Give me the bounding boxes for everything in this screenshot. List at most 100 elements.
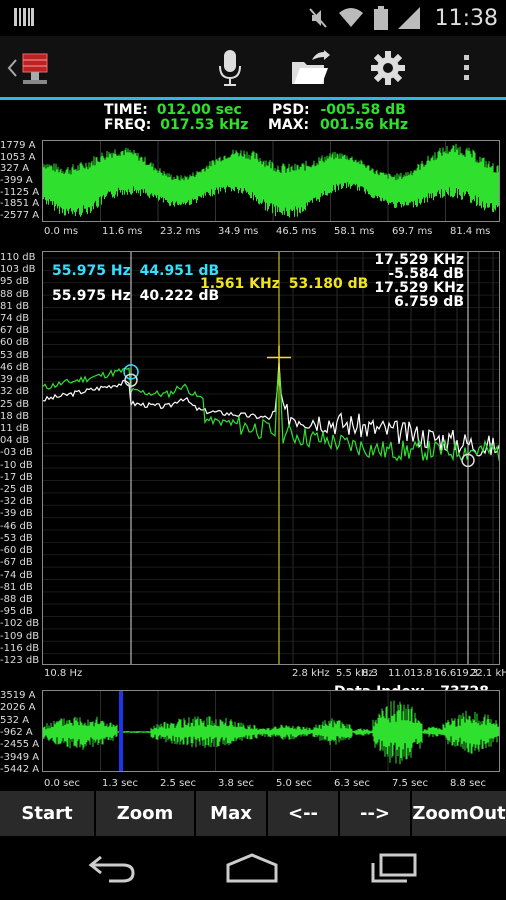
overflow-menu-button[interactable] <box>444 48 488 88</box>
zoom-out-button[interactable]: ZoomOut <box>412 791 506 836</box>
time-label: TIME: <box>104 102 148 118</box>
spectrum-y-tick: 18 dB <box>0 410 30 422</box>
spectrum-y-tick: -116 dB <box>0 642 40 654</box>
spectrum-y-tick: -25 dB <box>0 484 33 496</box>
waveform-x-tick: 0.0 ms <box>44 226 79 237</box>
right-readout-db-2: 6.759 dB <box>394 294 464 310</box>
timeline-x-tick: 7.5 sec <box>392 778 428 789</box>
barcode-icon <box>14 8 34 26</box>
spectrum-y-tick: -53 dB <box>0 532 33 544</box>
waveform-trace <box>43 141 499 221</box>
open-file-button[interactable] <box>288 48 332 88</box>
spectrum-y-tick: -10 dB <box>0 459 33 471</box>
timeline-trace <box>43 691 499 771</box>
timeline-y-tick: -2455 A <box>0 739 40 751</box>
measurement-info: TIME: 012.00 sec FREQ: 017.53 kHz PSD: -… <box>0 101 506 135</box>
gear-icon <box>371 51 405 85</box>
spectrum-y-tick: -81 dB <box>0 581 33 593</box>
recents-icon <box>371 853 417 883</box>
spectrum-x-tick: 11.0 <box>388 668 411 679</box>
psd-value: -005.58 dB <box>320 102 406 118</box>
spectrum-y-tick: -46 dB <box>0 520 33 532</box>
action-bar <box>0 36 506 100</box>
cursor-right-button[interactable]: --> <box>340 791 412 836</box>
freq-label: FREQ: <box>104 117 152 133</box>
control-buttons: Start Zoom Max <-- --> ZoomOut <box>0 791 506 836</box>
right-readout-freq-1: 17.529 KHz <box>374 252 464 268</box>
back-button[interactable] <box>82 850 142 886</box>
timeline-panel: Data Index: 73728 3519 A2026 A532 A-962 … <box>0 684 506 790</box>
timeline-x-tick: 3.8 sec <box>218 778 254 789</box>
spectrum-y-tick: 53 dB <box>0 349 30 361</box>
home-button[interactable] <box>222 850 282 886</box>
spectrum-y-tick: -60 dB <box>0 545 33 557</box>
waveform-y-tick: -399 A <box>0 175 33 186</box>
waveform-y-tick: 1053 A <box>0 151 36 163</box>
spectrum-y-tick: -67 dB <box>0 557 33 569</box>
spectrum-y-tick: 25 dB <box>0 398 30 410</box>
spectrum-y-tick: -102 dB <box>0 618 40 630</box>
spectrum-y-tick: 04 dB <box>0 435 30 447</box>
microphone-icon <box>219 50 241 86</box>
folder-export-icon <box>292 50 330 84</box>
spectrum-y-tick: 95 dB <box>0 276 30 288</box>
signal-icon <box>398 7 420 29</box>
spectrum-traces <box>43 252 499 664</box>
timeline-y-tick: 2026 A <box>0 702 36 714</box>
spectrum-y-tick: -39 dB <box>0 508 33 520</box>
timeline-plot[interactable] <box>42 690 500 772</box>
more-vert-icon <box>464 55 469 80</box>
time-value: 012.00 sec <box>156 102 242 118</box>
spectrum-y-tick: -03 dB <box>0 447 33 459</box>
waveform-y-tick: -1125 A <box>0 186 40 198</box>
timeline-x-tick: 0.0 sec <box>44 778 80 789</box>
action-bar-divider <box>0 97 506 100</box>
timeline-x-tick: 6.3 sec <box>334 778 370 789</box>
spectrum-y-tick: -95 dB <box>0 606 33 618</box>
app-home-button[interactable] <box>2 48 58 88</box>
peak-readout: 1.561 KHz 53.180 dB <box>200 276 368 292</box>
timeline-y-tick: -5442 A <box>0 764 40 775</box>
cursor-left-button[interactable]: <-- <box>268 791 340 836</box>
spectrum-y-tick: 81 dB <box>0 300 30 312</box>
timeline-x-tick: 8.8 sec <box>450 778 486 789</box>
spectrum-y-tick: 103 dB <box>0 264 36 276</box>
spectrum-y-tick: 60 dB <box>0 337 30 349</box>
settings-button[interactable] <box>366 48 410 88</box>
spectrum-y-tick: 11 dB <box>0 422 30 434</box>
waveform-x-tick: 23.2 ms <box>160 226 201 237</box>
waveform-plot[interactable] <box>42 140 500 222</box>
cursor-left-white-readout: 55.975 Hz 40.222 dB <box>52 288 219 304</box>
peak-freq: 1.561 KHz <box>200 276 280 292</box>
spectrum-y-tick: -17 dB <box>0 471 33 483</box>
spectrum-y-tick: 88 dB <box>0 288 30 300</box>
max-button[interactable]: Max <box>196 791 268 836</box>
spectrum-y-tick: -74 dB <box>0 569 33 581</box>
timeline-x-tick: 1.3 sec <box>102 778 138 789</box>
battery-icon <box>374 6 388 30</box>
waveform-x-tick: 11.6 ms <box>102 226 143 237</box>
psd-label: PSD: <box>272 102 310 118</box>
timeline-x-tick: 5.0 sec <box>276 778 312 789</box>
cursor-left-readout: 55.975 Hz 44.951 dB <box>52 263 219 279</box>
timeline-y-tick: 532 A <box>0 714 30 726</box>
waveform-x-tick: 46.5 ms <box>276 226 317 237</box>
spectrum-x-tick: 2.8 kHz <box>292 668 330 679</box>
spectrum-y-tick: 46 dB <box>0 361 30 373</box>
zoom-button[interactable]: Zoom <box>96 791 196 836</box>
start-button[interactable]: Start <box>0 791 96 836</box>
right-readout-freq-2: 17.529 KHz <box>374 280 464 296</box>
microphone-button[interactable] <box>208 48 252 88</box>
right-cursor-readout: 17.529 KHz -5.584 dB 17.529 KHz 6.759 dB <box>374 253 464 309</box>
spectrum-plot[interactable] <box>42 251 500 665</box>
spectrum-panel: 110 dB 103 dB 95 dB 88 dB 81 dB 74 dB 67 dB 60 … <box>0 248 506 684</box>
clock: 11:38 <box>434 6 498 31</box>
navigation-bar <box>0 836 506 900</box>
peak-db: 53.180 dB <box>288 276 369 292</box>
freq-value: 017.53 kHz <box>160 117 249 133</box>
recents-button[interactable] <box>364 850 424 886</box>
waveform-y-tick: 327 A <box>0 163 30 175</box>
spectrum-y-tick: -123 dB <box>0 655 40 666</box>
spectrum-y-tick: -32 dB <box>0 496 33 508</box>
max-label: MAX: <box>268 117 310 133</box>
